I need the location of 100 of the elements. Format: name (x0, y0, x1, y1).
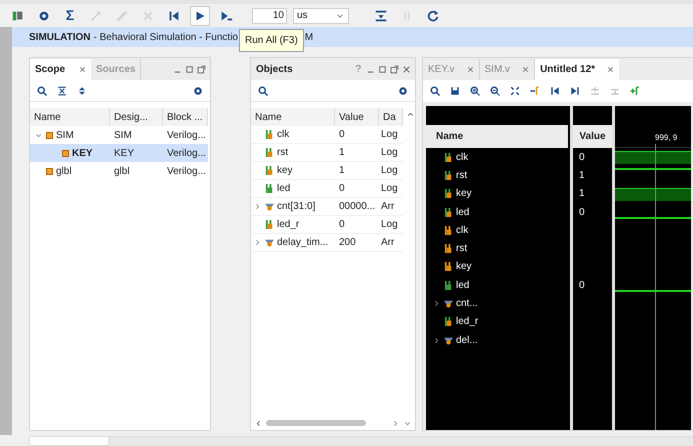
signal-name[interactable]: led_r (456, 314, 478, 330)
zoom-out-icon[interactable] (489, 85, 501, 97)
help-icon[interactable]: ? (355, 62, 361, 76)
signal-name[interactable]: key (456, 259, 472, 274)
table-cell[interactable]: cnt[31:0] (277, 199, 316, 214)
signal-icon (444, 280, 453, 290)
editor-tab[interactable]: Untitled 12* (535, 59, 600, 80)
banner-text: M (304, 30, 314, 44)
zoom-in-icon[interactable] (469, 85, 481, 97)
time-field[interactable]: 10 (252, 8, 287, 24)
signal-value: 1 (579, 168, 585, 183)
expand-icon[interactable] (76, 84, 88, 96)
column-header[interactable]: Da (379, 108, 403, 126)
signal-icon (444, 208, 453, 217)
signal-name[interactable]: del... (456, 332, 478, 348)
signal-icon (444, 262, 453, 272)
close-icon[interactable] (401, 64, 412, 74)
collapse-icon[interactable] (56, 84, 68, 96)
signal-icon (444, 152, 453, 162)
play-step-icon (219, 8, 233, 22)
signal-name[interactable]: clk (456, 222, 468, 238)
marker-icon[interactable] (529, 85, 541, 97)
table-cell[interactable]: rst (277, 145, 288, 160)
table-cell[interactable]: led_r (277, 217, 300, 232)
maximize-icon[interactable] (184, 64, 195, 74)
column-header[interactable]: Desig... (110, 108, 163, 126)
settings-icon[interactable] (397, 84, 409, 96)
close-icon[interactable] (521, 65, 530, 74)
signal-name[interactable]: led (456, 278, 470, 293)
table-cell[interactable]: key (277, 163, 293, 178)
add-marker-icon[interactable] (629, 85, 641, 97)
module-icon (46, 168, 53, 174)
table-cell[interactable]: led (277, 181, 290, 196)
table-cell: Arr (379, 234, 403, 252)
signal-value: 0 (579, 278, 585, 293)
table-cell: 00000... (335, 198, 379, 216)
fit-icon[interactable] (509, 85, 521, 97)
tooltip: Run All (F3) (239, 28, 304, 52)
table-cell[interactable]: clk (277, 127, 290, 142)
close-icon[interactable] (78, 65, 88, 74)
cursor-time-label: 999, 9 (655, 132, 678, 144)
skip-forward-icon[interactable] (569, 85, 581, 97)
column-header[interactable]: Name (251, 108, 335, 126)
banner-text: - Behavioral Simulation - Functio (93, 30, 238, 44)
scrollbar-thumb[interactable] (266, 420, 366, 426)
table-cell: Log (379, 216, 403, 234)
signal-icon (444, 244, 453, 254)
table-cell[interactable]: SIM (56, 128, 74, 142)
search-icon[interactable] (429, 85, 441, 97)
signal-value: 0 (579, 150, 585, 165)
toolbar-button[interactable]: Σ (60, 6, 80, 26)
step-icon (374, 8, 388, 22)
settings-icon[interactable] (192, 84, 204, 96)
search-icon[interactable] (257, 84, 269, 96)
table-cell[interactable]: delay_tim... (277, 235, 328, 250)
signal-value: 1 (579, 187, 585, 202)
close-icon[interactable] (466, 65, 474, 74)
column-header[interactable]: Name (30, 108, 110, 126)
save-icon[interactable] (449, 85, 461, 97)
marker-back-icon[interactable] (589, 85, 601, 97)
signal-icon (444, 170, 453, 180)
column-header[interactable]: Value (573, 125, 612, 148)
table-cell: 0 (335, 216, 379, 234)
column-header[interactable]: Name (426, 125, 570, 148)
signal-name[interactable]: rst (456, 241, 468, 256)
signal-name[interactable]: led (456, 204, 470, 220)
skip-back-icon (167, 8, 181, 22)
signal-name[interactable]: rst (456, 168, 468, 183)
wand-icon (89, 8, 103, 22)
signal-icon (265, 220, 274, 229)
search-icon[interactable] (36, 84, 48, 96)
signal-name[interactable]: cnt... (456, 296, 478, 312)
bus-signal-icon (265, 202, 274, 211)
panel-tab[interactable]: Scope (30, 59, 70, 80)
table-cell: Log (379, 162, 403, 180)
signal-icon (444, 317, 453, 326)
table-cell: Verilog... (163, 144, 208, 162)
unit-dropdown[interactable]: us (293, 8, 349, 24)
table-cell: KEY (110, 144, 163, 162)
table-cell: 0 (335, 180, 379, 198)
column-header[interactable]: Block ... (163, 108, 208, 126)
signal-icon (265, 184, 274, 193)
signal-name[interactable]: key (456, 186, 472, 202)
skip-back-icon[interactable] (549, 85, 561, 97)
maximize-icon[interactable] (377, 64, 388, 74)
float-icon[interactable] (196, 64, 207, 74)
float-icon[interactable] (389, 64, 400, 74)
table-cell[interactable]: glbl (56, 164, 72, 178)
signal-icon (444, 226, 453, 235)
pencil-icon (115, 8, 129, 22)
signal-icon (265, 130, 274, 139)
signal-name[interactable]: clk (456, 150, 468, 165)
bus-signal-icon (444, 299, 453, 308)
table-cell: Log (379, 144, 403, 162)
close-icon[interactable] (606, 65, 616, 74)
panel-title: Objects (256, 62, 293, 76)
signal-value: 0 (579, 206, 585, 220)
column-header[interactable]: Value (335, 108, 379, 126)
bus-signal-icon (444, 336, 453, 345)
toolbar-button[interactable] (190, 6, 210, 26)
